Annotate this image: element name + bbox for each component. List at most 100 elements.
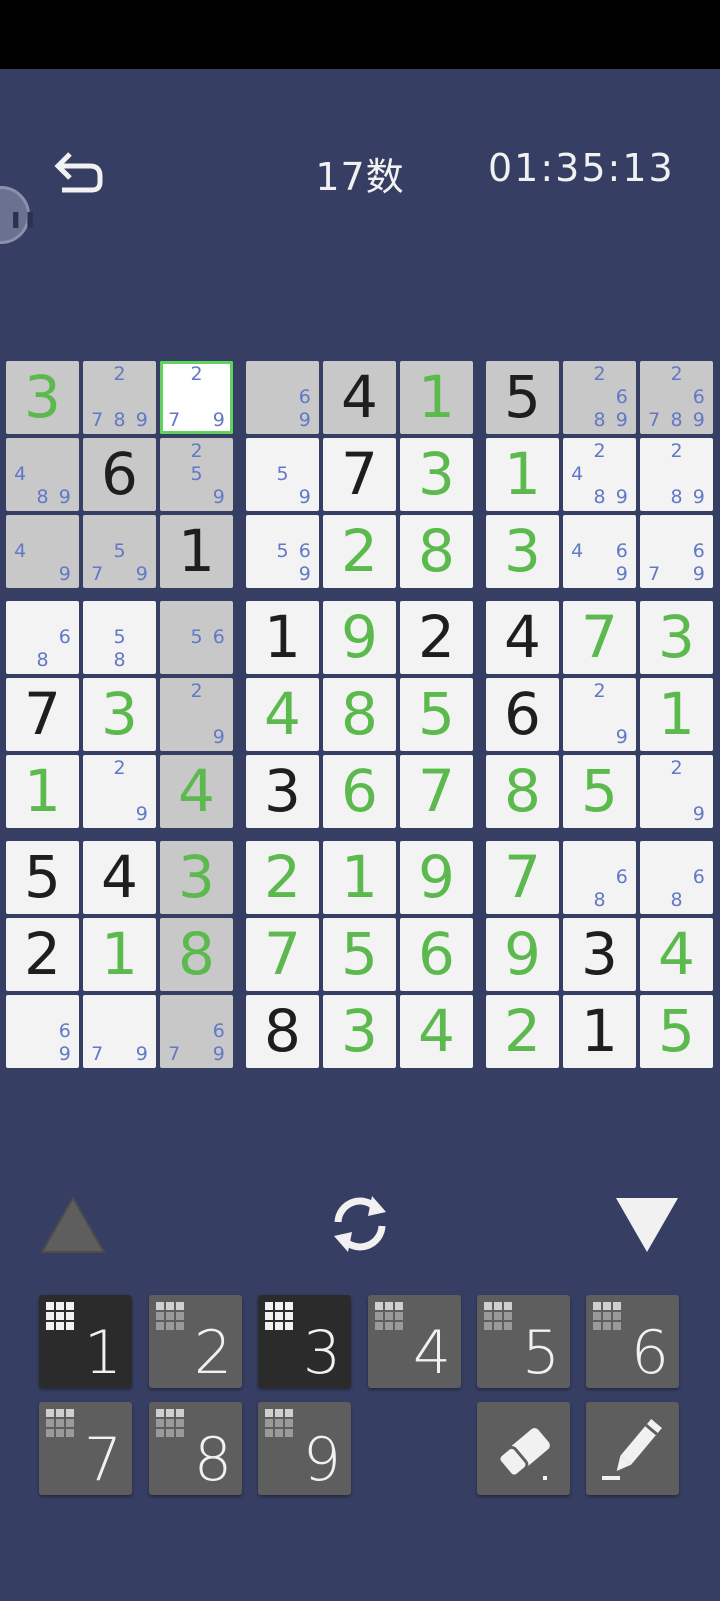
sudoku-cell[interactable]: 2 [486, 995, 559, 1068]
sudoku-cell[interactable]: 68 [6, 601, 79, 674]
sudoku-cell[interactable]: 3 [563, 918, 636, 991]
sudoku-cell[interactable]: 49 [6, 515, 79, 588]
sudoku-cell[interactable]: 9 [323, 601, 396, 674]
number-key-7[interactable]: 7 [39, 1402, 132, 1495]
sudoku-cell[interactable]: 29 [563, 678, 636, 751]
sudoku-cell[interactable]: 8 [400, 515, 473, 588]
sudoku-cell[interactable]: 1 [160, 515, 233, 588]
sudoku-cell[interactable]: 26 789 [640, 361, 713, 434]
sudoku-cell[interactable]: 4 [486, 601, 559, 674]
sudoku-cell[interactable]: 29 [83, 755, 156, 828]
undo-icon[interactable] [52, 148, 108, 202]
sudoku-cell[interactable]: 3 [83, 678, 156, 751]
sudoku-cell[interactable]: 5 [486, 361, 559, 434]
sudoku-cell[interactable]: 4 [640, 918, 713, 991]
given-digit: 1 [581, 997, 618, 1065]
sudoku-cell[interactable]: 3 [640, 601, 713, 674]
sudoku-cell[interactable]: 68 [640, 841, 713, 914]
sudoku-cell[interactable]: 2489 [563, 438, 636, 511]
sudoku-cell[interactable]: 3 [160, 841, 233, 914]
sudoku-cell[interactable]: 6 [486, 678, 559, 751]
sudoku-cell[interactable]: 7 [323, 438, 396, 511]
sudoku-cell[interactable]: 7 [6, 678, 79, 751]
sudoku-cell[interactable]: 1 [6, 755, 79, 828]
triangle-down-icon[interactable] [614, 1196, 680, 1254]
note-slot [249, 540, 271, 563]
sudoku-cell[interactable]: 2689 [563, 361, 636, 434]
eraser-button[interactable] [477, 1402, 570, 1495]
sudoku-cell[interactable]: 2 [400, 601, 473, 674]
sudoku-cell[interactable]: 1 [400, 361, 473, 434]
sudoku-cell[interactable]: 7 [486, 841, 559, 914]
sudoku-cell[interactable]: 8 [323, 678, 396, 751]
sudoku-cell[interactable]: 1 [246, 601, 319, 674]
sudoku-cell[interactable]: 489 [6, 438, 79, 511]
sudoku-cell[interactable]: 8 [486, 755, 559, 828]
sudoku-cell[interactable]: 1 [323, 841, 396, 914]
sudoku-cell[interactable]: 4 [323, 361, 396, 434]
sudoku-cell[interactable]: 29 [160, 678, 233, 751]
number-key-6[interactable]: 6 [586, 1295, 679, 1388]
sudoku-cell[interactable]: 59 [246, 438, 319, 511]
pencil-button[interactable] [586, 1402, 679, 1495]
sudoku-cell[interactable]: 6 7 9 [640, 515, 713, 588]
sudoku-cell[interactable]: 9 [486, 918, 559, 991]
sudoku-cell[interactable]: 7 [563, 601, 636, 674]
sudoku-cell[interactable]: 2 [323, 515, 396, 588]
sudoku-cell[interactable]: 2 7 9 [160, 361, 233, 434]
sudoku-cell[interactable]: 4 [83, 841, 156, 914]
sudoku-cell[interactable]: 69 [246, 361, 319, 434]
sudoku-cell[interactable]: 3 [400, 438, 473, 511]
sudoku-cell[interactable]: 2 789 [83, 361, 156, 434]
sudoku-cell[interactable]: 79 [83, 995, 156, 1068]
sudoku-cell[interactable]: 3 [486, 515, 559, 588]
sudoku-cell[interactable]: 4 69 [563, 515, 636, 588]
sudoku-cell[interactable]: 1 [486, 438, 559, 511]
sudoku-cell[interactable]: 6 [400, 918, 473, 991]
number-key-1[interactable]: 1 [39, 1295, 132, 1388]
sudoku-cell[interactable]: 3 [246, 755, 319, 828]
note-slot [643, 463, 665, 486]
sudoku-cell[interactable]: 2 [246, 841, 319, 914]
sudoku-cell[interactable]: 4 [160, 755, 233, 828]
number-key-2[interactable]: 2 [149, 1295, 242, 1388]
sudoku-cell[interactable]: 4 [400, 995, 473, 1068]
sudoku-cell[interactable]: 2 89 [640, 438, 713, 511]
sudoku-cell[interactable]: 5 [640, 995, 713, 1068]
sudoku-cell[interactable]: 569 [246, 515, 319, 588]
sudoku-cell[interactable]: 58 [83, 601, 156, 674]
sudoku-cell[interactable]: 7 [400, 755, 473, 828]
rotate-arrows-icon[interactable] [324, 1192, 396, 1256]
sudoku-cell[interactable]: 6 [323, 755, 396, 828]
sudoku-cell[interactable]: 3 [323, 995, 396, 1068]
sudoku-cell[interactable]: 5 [323, 918, 396, 991]
sudoku-cell[interactable]: 5 [400, 678, 473, 751]
sudoku-cell[interactable]: 6 7 9 [160, 995, 233, 1068]
sudoku-cell[interactable]: 8 [160, 918, 233, 991]
sudoku-cell[interactable]: 1 [83, 918, 156, 991]
sudoku-cell[interactable]: 1 [563, 995, 636, 1068]
sudoku-cell[interactable]: 29 [640, 755, 713, 828]
number-key-3[interactable]: 3 [258, 1295, 351, 1388]
sudoku-cell[interactable]: 6 [83, 438, 156, 511]
number-key-5[interactable]: 5 [477, 1295, 570, 1388]
sudoku-cell[interactable]: 56 [160, 601, 233, 674]
number-key-4[interactable]: 4 [368, 1295, 461, 1388]
sudoku-cell[interactable]: 259 [160, 438, 233, 511]
sudoku-cell[interactable]: 2 [6, 918, 79, 991]
side-menu-tab[interactable]: ❚❚ [0, 186, 37, 244]
sudoku-cell[interactable]: 5 [563, 755, 636, 828]
sudoku-cell[interactable]: 69 [6, 995, 79, 1068]
sudoku-cell[interactable]: 3 [6, 361, 79, 434]
number-key-9[interactable]: 9 [258, 1402, 351, 1495]
sudoku-cell[interactable]: 5 [6, 841, 79, 914]
sudoku-cell[interactable]: 1 [640, 678, 713, 751]
triangle-up-icon[interactable] [40, 1196, 106, 1254]
sudoku-cell[interactable]: 8 [246, 995, 319, 1068]
number-key-8[interactable]: 8 [149, 1402, 242, 1495]
sudoku-cell[interactable]: 68 [563, 841, 636, 914]
sudoku-cell[interactable]: 7 [246, 918, 319, 991]
sudoku-cell[interactable]: 4 [246, 678, 319, 751]
sudoku-cell[interactable]: 57 9 [83, 515, 156, 588]
sudoku-cell[interactable]: 9 [400, 841, 473, 914]
